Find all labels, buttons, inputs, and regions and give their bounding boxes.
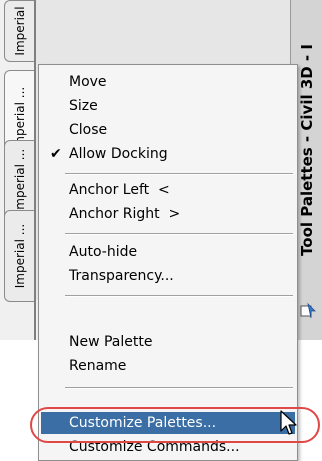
menu-item-label: Customize Commands... [69,439,240,455]
menu-item-move[interactable]: Move [41,71,295,93]
menu-item-label: Size [69,98,98,114]
tab-imperial-4[interactable]: Imperial ... [4,210,34,302]
menu-item-rename[interactable]: Rename [41,355,295,377]
menu-item-label: Anchor Right > [69,206,181,222]
menu-item-anchor-left[interactable]: Anchor Left < [41,179,295,201]
menu-separator [65,387,293,389]
menu-item-label: Move [69,74,107,90]
tab-label: Imperial [12,6,27,56]
menu-separator [65,233,293,235]
tab-label: Imperial ... [12,148,27,214]
menu-item-anchor-right[interactable]: Anchor Right > [41,203,295,225]
menu-separator [65,173,293,175]
palette-title: Tool Palettes - Civil 3D - I [297,44,316,256]
menu-item-allow-docking[interactable]: ✔ Allow Docking [41,143,295,165]
tab-divider [34,0,36,340]
menu-separator [65,295,293,297]
menu-item-label: Rename [69,358,127,374]
checkmark-icon: ✔ [50,146,62,162]
menu-item-label: Auto-hide [69,244,138,260]
palette-context-menu: Move Size Close ✔ Allow Docking Anchor L… [38,64,298,461]
menu-item-auto-hide[interactable]: Auto-hide [41,241,295,263]
tab-label: Imperial ... [12,223,27,289]
menu-item-close[interactable]: Close [41,119,295,141]
screenshot-stage: Imperial Imperial ... Imperial ... Imper… [0,0,322,461]
menu-item-transparency[interactable]: Transparency... [41,265,295,287]
menu-item-label: Close [69,122,108,138]
tab-imperial-1[interactable]: Imperial [4,0,34,62]
menu-item-size[interactable]: Size [41,95,295,117]
menu-item-label: Allow Docking [69,146,168,162]
menu-item-label: Customize Palettes... [69,415,217,431]
menu-item-customize-commands[interactable]: Customize Commands... [41,436,295,458]
menu-item-label: New Palette [69,334,153,350]
menu-item-new-palette[interactable]: New Palette [41,331,295,353]
menu-item-label: Anchor Left < [69,182,170,198]
menu-item-customize-palettes[interactable]: Customize Palettes... [41,412,295,434]
palette-properties-icon[interactable] [299,302,317,320]
mouse-pointer-icon [280,410,297,435]
menu-item-label: Transparency... [69,268,174,284]
